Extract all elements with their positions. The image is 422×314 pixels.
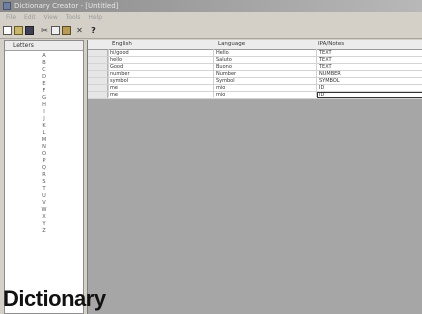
delete-icon[interactable]: ✕ xyxy=(75,26,84,35)
table-cell[interactable]: ID xyxy=(319,85,324,91)
row-selector[interactable] xyxy=(88,92,108,98)
table-cell[interactable]: hello xyxy=(110,57,122,63)
letter-item[interactable]: Z xyxy=(39,228,49,234)
letter-item[interactable]: U xyxy=(39,193,49,199)
table-cell[interactable]: me xyxy=(110,85,118,91)
letter-item[interactable]: R xyxy=(39,172,49,178)
table-cell[interactable]: ID xyxy=(319,92,324,98)
row-selector[interactable] xyxy=(88,50,108,56)
new-file-icon[interactable] xyxy=(3,26,12,35)
table-cell[interactable]: Hello xyxy=(216,50,229,56)
application-window: Dictionary Creator - [Untitled] File Edi… xyxy=(0,0,422,314)
menu-view[interactable]: View xyxy=(44,12,58,23)
save-icon[interactable] xyxy=(25,26,34,35)
letter-item[interactable]: D xyxy=(39,74,49,80)
letter-item[interactable]: Y xyxy=(39,221,49,227)
table-cell[interactable]: Saluto xyxy=(216,57,232,63)
table-cell[interactable]: TEXT xyxy=(319,57,332,63)
table-row[interactable]: me mio ID xyxy=(88,85,422,92)
row-selector[interactable] xyxy=(88,64,108,70)
letter-item[interactable]: L xyxy=(39,130,49,136)
menu-edit[interactable]: Edit xyxy=(24,12,36,23)
table-cell[interactable]: number xyxy=(110,71,130,77)
table-cell[interactable]: Buono xyxy=(216,64,232,70)
letter-item[interactable]: O xyxy=(39,151,49,157)
table-cell[interactable]: TEXT xyxy=(319,50,332,56)
letter-item[interactable]: K xyxy=(39,123,49,129)
letter-item[interactable]: X xyxy=(39,214,49,220)
toolbar: ✂ ✕ ? xyxy=(0,23,422,39)
table-cell[interactable]: mio xyxy=(216,92,225,98)
row-selector[interactable] xyxy=(88,57,108,63)
table-cell[interactable]: symbol xyxy=(110,78,128,84)
table-cell[interactable]: hi/good xyxy=(110,50,129,56)
letter-item[interactable]: N xyxy=(39,144,49,150)
table-row[interactable]: hi/good Hello TEXT xyxy=(88,50,422,57)
open-folder-icon[interactable] xyxy=(14,26,23,35)
letter-item[interactable]: C xyxy=(39,67,49,73)
letter-item[interactable]: J xyxy=(39,116,49,122)
letters-list-panel[interactable]: Letters A B C D E F G H I J K L M N O P … xyxy=(4,40,84,314)
window-title: Dictionary Creator - [Untitled] xyxy=(14,2,119,10)
table-cell[interactable]: SYMBOL xyxy=(319,78,340,84)
letters-header: Letters xyxy=(5,41,83,51)
letter-item[interactable]: F xyxy=(39,88,49,94)
letter-item[interactable]: P xyxy=(39,158,49,164)
image-caption: Dictionary xyxy=(3,286,106,311)
cut-icon[interactable]: ✂ xyxy=(40,26,49,35)
letter-item[interactable]: G xyxy=(39,95,49,101)
dictionary-grid[interactable]: English Language IPA/Notes hi/good Hello… xyxy=(87,40,422,314)
cell-edit-box[interactable] xyxy=(317,92,422,98)
table-cell[interactable]: Symbol xyxy=(216,78,235,84)
column-header-english[interactable]: English xyxy=(112,40,132,49)
column-divider xyxy=(108,49,109,97)
app-icon xyxy=(3,2,11,10)
row-selector[interactable] xyxy=(88,78,108,84)
table-cell[interactable]: mio xyxy=(216,85,225,91)
title-bar[interactable]: Dictionary Creator - [Untitled] xyxy=(0,0,422,12)
table-cell[interactable]: NUMBER xyxy=(319,71,341,77)
letter-item[interactable]: W xyxy=(39,207,49,213)
copy-icon[interactable] xyxy=(51,26,60,35)
table-row[interactable]: number Number NUMBER xyxy=(88,71,422,78)
column-header-language[interactable]: Language xyxy=(218,40,245,49)
table-cell[interactable]: Good xyxy=(110,64,123,70)
row-selector[interactable] xyxy=(88,71,108,77)
table-row[interactable]: symbol Symbol SYMBOL xyxy=(88,78,422,85)
find-icon[interactable]: ? xyxy=(89,26,98,35)
letter-item[interactable]: V xyxy=(39,200,49,206)
menu-tools[interactable]: Tools xyxy=(66,12,81,23)
letter-item[interactable]: S xyxy=(39,179,49,185)
column-divider xyxy=(213,49,214,97)
letter-item[interactable]: Q xyxy=(39,165,49,171)
letter-item[interactable]: M xyxy=(39,137,49,143)
letter-item[interactable]: A xyxy=(39,53,49,59)
letter-item[interactable]: H xyxy=(39,102,49,108)
table-cell[interactable]: me xyxy=(110,92,118,98)
letter-item[interactable]: E xyxy=(39,81,49,87)
menu-bar: File Edit View Tools Help xyxy=(0,12,422,23)
table-cell[interactable]: TEXT xyxy=(319,64,332,70)
table-cell[interactable]: Number xyxy=(216,71,236,77)
column-divider xyxy=(316,49,317,97)
grid-header: English Language IPA/Notes xyxy=(88,40,422,50)
letter-item[interactable]: B xyxy=(39,60,49,66)
table-row-editing[interactable]: me mio ID xyxy=(88,92,422,99)
menu-file[interactable]: File xyxy=(6,12,16,23)
menu-help[interactable]: Help xyxy=(88,12,102,23)
table-row[interactable]: Good Buono TEXT xyxy=(88,64,422,71)
row-selector[interactable] xyxy=(88,85,108,91)
letter-item[interactable]: T xyxy=(39,186,49,192)
column-header-notes[interactable]: IPA/Notes xyxy=(318,40,344,49)
letter-item[interactable]: I xyxy=(39,109,49,115)
table-row[interactable]: hello Saluto TEXT xyxy=(88,57,422,64)
paste-icon[interactable] xyxy=(62,26,71,35)
